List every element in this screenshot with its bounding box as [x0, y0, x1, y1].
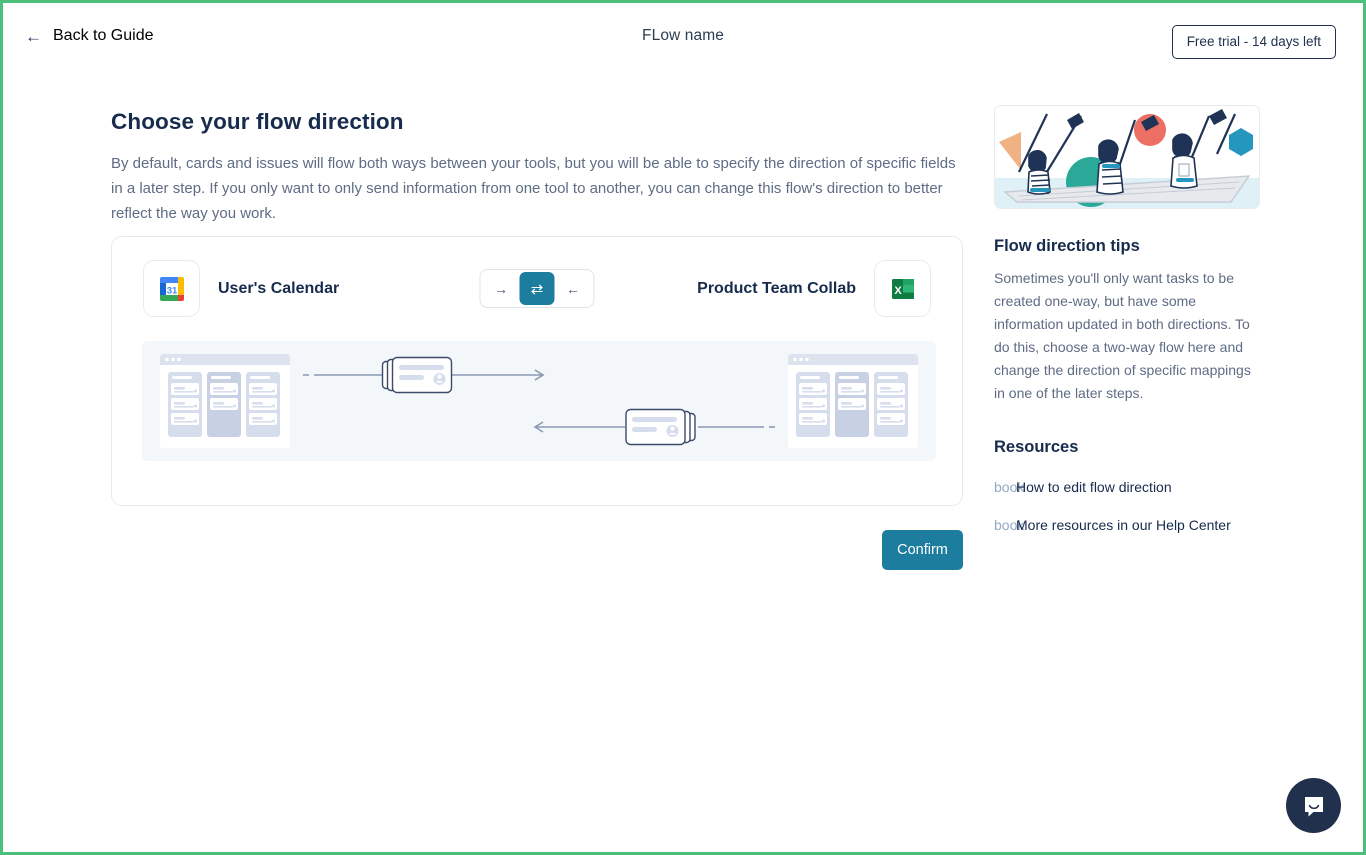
flow-direction-toggle[interactable]: → ⇄ ← [479, 269, 595, 308]
svg-text:X: X [894, 285, 902, 297]
flow-name-title: FLow name [642, 27, 724, 44]
direction-two-way-button[interactable]: ⇄ [519, 272, 555, 305]
flow-direction-tips-body: Sometimes you'll only want tasks to be c… [994, 270, 1251, 401]
right-tool-name: Product Team Collab [697, 279, 856, 297]
right-sidebar: Flow direction tips Sometimes you'll onl… [994, 105, 1262, 533]
page-title: Choose your flow direction [111, 109, 404, 134]
resource-link-edit-flow-direction[interactable]: book How to edit flow direction [994, 479, 1262, 495]
resource-link-help-center[interactable]: book More resources in our Help Center [994, 517, 1262, 533]
flow-direction-card: 31 User's Calendar → ⇄ ← Product Team Co… [111, 236, 963, 506]
free-trial-badge[interactable]: Free trial - 14 days left [1171, 25, 1336, 59]
google-calendar-icon: 31 [143, 260, 200, 317]
left-board-mockup [160, 354, 290, 448]
chat-launcher-button[interactable] [1286, 778, 1341, 833]
right-tool: Product Team Collab X [697, 260, 931, 317]
page-description: By default, cards and issues will flow b… [111, 155, 956, 222]
heading-block: Choose your flow direction By default, c… [111, 109, 963, 226]
svg-text:31: 31 [166, 285, 177, 296]
resource-link-label: How to edit flow direction [1016, 479, 1172, 495]
top-bar: ← Back to Guide FLow name Free trial - 1… [3, 3, 1363, 69]
confirm-button[interactable]: Confirm [882, 530, 963, 570]
right-board-mockup [788, 354, 918, 448]
google-calendar-glyph: 31 [159, 276, 184, 301]
flow-illustration [142, 341, 936, 461]
direction-one-way-right-button[interactable]: → [483, 272, 520, 305]
bottom-flow-card [625, 408, 696, 446]
resources-heading: Resources [994, 438, 1079, 456]
flow-card-header: 31 User's Calendar → ⇄ ← Product Team Co… [112, 237, 962, 329]
microsoft-excel-icon: X [874, 260, 931, 317]
rowing-illustration-svg [995, 106, 1259, 208]
app-frame: ← Back to Guide FLow name Free trial - 1… [0, 0, 1366, 855]
flow-direction-tips-heading: Flow direction tips [994, 237, 1140, 255]
excel-glyph: X [891, 278, 914, 299]
left-tool-name: User's Calendar [218, 279, 340, 297]
flow-illustration-svg [160, 354, 918, 448]
direction-one-way-left-button[interactable]: ← [555, 272, 592, 305]
left-tool: 31 User's Calendar [143, 260, 339, 317]
top-flow-card [381, 356, 453, 394]
rowing-boat-teamwork-illustration [994, 105, 1260, 209]
chat-bubble-icon [1304, 796, 1323, 816]
resource-link-label: More resources in our Help Center [1016, 517, 1231, 533]
